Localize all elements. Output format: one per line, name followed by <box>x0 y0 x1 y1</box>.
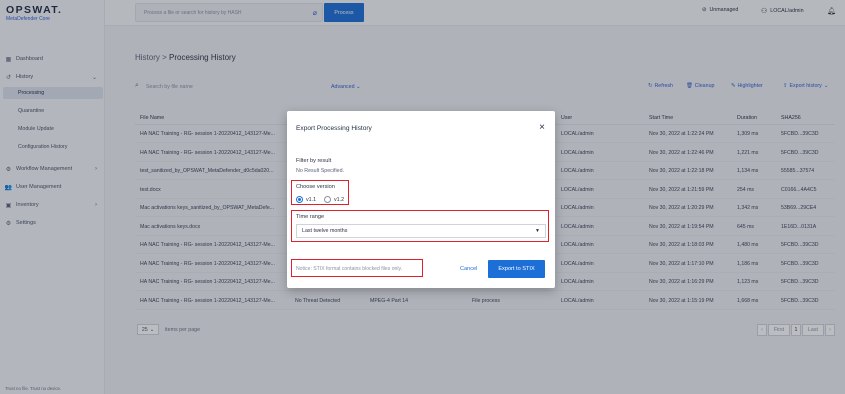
stix-notice: Notice: STIX format contains blocked fil… <box>296 266 403 272</box>
export-to-stix-button[interactable]: Export to STIX <box>488 260 545 278</box>
cancel-button[interactable]: Cancel <box>460 266 477 272</box>
choose-version-label: Choose version <box>296 184 335 190</box>
radio-v1-2-label: v1.2 <box>334 196 345 203</box>
time-range-select[interactable]: Last twelve months ▼ <box>296 224 546 238</box>
close-icon[interactable]: × <box>539 122 545 133</box>
caret-down-icon: ▼ <box>535 228 540 234</box>
radio-unselected-icon <box>324 196 331 203</box>
filter-by-result-label: Filter by result <box>296 158 332 164</box>
time-range-label: Time range <box>296 214 325 220</box>
filter-by-result-value: No Result Specified. <box>296 168 344 174</box>
export-processing-history-dialog: Export Processing History × Filter by re… <box>287 111 555 288</box>
dialog-title: Export Processing History <box>296 125 372 132</box>
radio-v1-1[interactable]: v1.1 <box>296 196 316 203</box>
radio-v1-2[interactable]: v1.2 <box>324 196 344 203</box>
radio-v1-1-label: v1.1 <box>306 196 317 203</box>
time-range-value: Last twelve months <box>302 228 348 234</box>
radio-selected-icon <box>296 196 303 203</box>
